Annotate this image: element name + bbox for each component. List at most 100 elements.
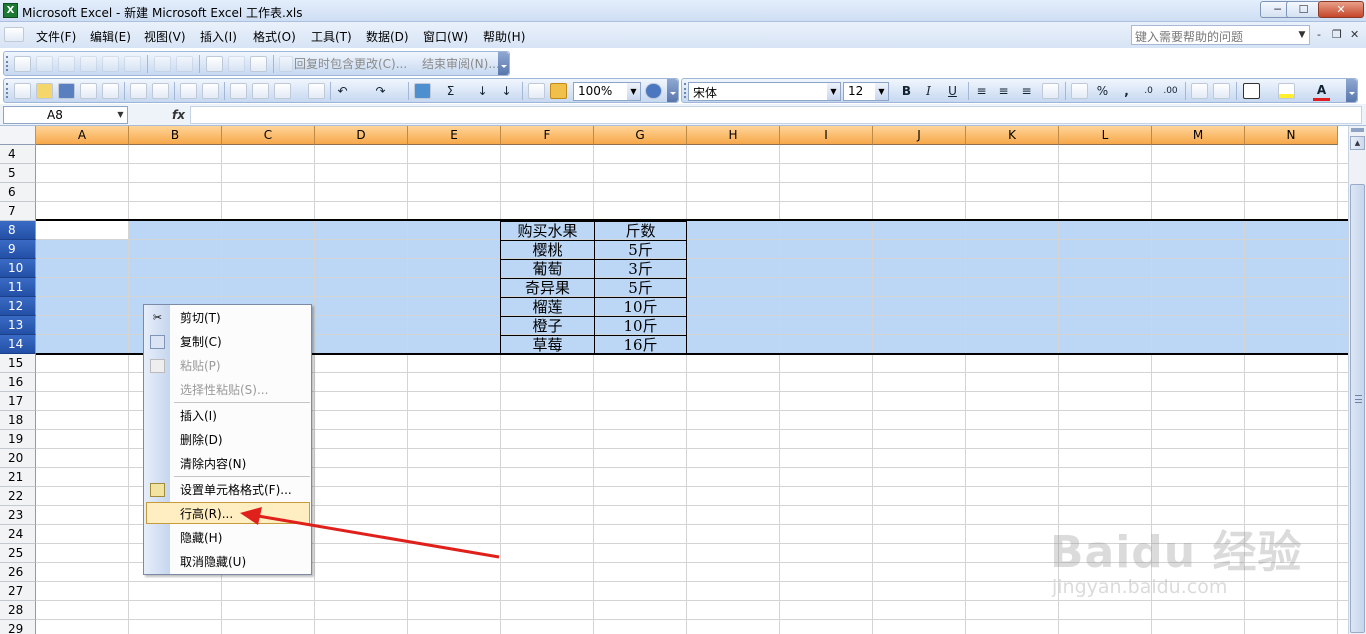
- column-header-d[interactable]: D: [315, 126, 408, 145]
- column-header-j[interactable]: J: [873, 126, 966, 145]
- row-header-4[interactable]: 4: [0, 145, 36, 164]
- permission-icon[interactable]: [80, 83, 97, 99]
- row-header-27[interactable]: 27: [0, 582, 36, 601]
- end-review-button[interactable]: 结束审阅(N)...: [422, 56, 502, 72]
- close-button[interactable]: ✕: [1318, 1, 1364, 18]
- fill-color-icon[interactable]: [1278, 83, 1295, 99]
- row-header-16[interactable]: 16: [0, 373, 36, 392]
- help-search-input[interactable]: 键入需要帮助的问题 ▼: [1131, 25, 1310, 45]
- sort-descending-icon[interactable]: ↓: [498, 83, 515, 99]
- row-header-26[interactable]: 26: [0, 563, 36, 582]
- decrease-decimal-icon[interactable]: .00: [1162, 83, 1179, 99]
- track-changes-icon[interactable]: [154, 56, 171, 72]
- menu-window[interactable]: 窗口(W): [423, 28, 468, 45]
- name-box[interactable]: A8 ▼: [3, 106, 128, 124]
- row-header-13[interactable]: 13: [0, 316, 36, 335]
- row-header-7[interactable]: 7: [0, 202, 36, 221]
- open-icon[interactable]: [14, 56, 31, 72]
- bold-button[interactable]: B: [898, 83, 915, 99]
- row-header-25[interactable]: 25: [0, 544, 36, 563]
- column-header-c[interactable]: C: [222, 126, 315, 145]
- table-cell[interactable]: 奇异果: [501, 279, 594, 298]
- menu-item-delete[interactable]: 删除(D): [180, 432, 223, 448]
- comma-style-button[interactable]: ,: [1118, 83, 1135, 99]
- row-header-28[interactable]: 28: [0, 601, 36, 620]
- vertical-scrollbar[interactable]: ▲: [1348, 126, 1366, 634]
- comment-icon[interactable]: [102, 56, 119, 72]
- show-comments-icon[interactable]: [228, 56, 245, 72]
- workbook-minimize-button[interactable]: -: [1317, 28, 1321, 41]
- open-icon[interactable]: [36, 83, 53, 99]
- toolbar-options-icon[interactable]: [498, 52, 509, 75]
- hyperlink-icon[interactable]: [414, 83, 431, 99]
- new-icon[interactable]: [14, 83, 31, 99]
- chart-wizard-icon[interactable]: [528, 83, 545, 99]
- menu-item-hide[interactable]: 隐藏(H): [180, 530, 222, 546]
- font-color-icon[interactable]: A: [1313, 83, 1330, 101]
- column-header-m[interactable]: M: [1152, 126, 1245, 145]
- menu-item-paste-special[interactable]: 选择性粘贴(S)...: [180, 382, 268, 398]
- row-header-11[interactable]: 11: [0, 278, 36, 297]
- menu-item-insert[interactable]: 插入(I): [180, 408, 217, 424]
- excel-app-icon[interactable]: X: [3, 3, 18, 18]
- table-cell[interactable]: 5斤: [594, 241, 687, 260]
- row-header-14[interactable]: 14: [0, 335, 36, 354]
- select-all-corner[interactable]: [0, 126, 36, 145]
- chevron-down-icon[interactable]: ▼: [827, 83, 840, 100]
- menu-view[interactable]: 视图(V): [144, 28, 186, 45]
- toolbar-grip[interactable]: [684, 83, 687, 98]
- table-cell[interactable]: 10斤: [594, 317, 687, 336]
- menu-item-format-cells[interactable]: 设置单元格格式(F)...: [180, 482, 292, 498]
- scroll-up-icon[interactable]: ▲: [1350, 136, 1365, 150]
- spelling-icon[interactable]: [180, 83, 197, 99]
- column-header-a[interactable]: A: [36, 126, 129, 145]
- redo-icon[interactable]: ↷: [372, 83, 389, 99]
- table-cell[interactable]: 3斤: [594, 260, 687, 279]
- row-header-12[interactable]: 12: [0, 297, 36, 316]
- row-header-5[interactable]: 5: [0, 164, 36, 183]
- column-header-f[interactable]: F: [501, 126, 594, 145]
- cut-icon[interactable]: [230, 83, 247, 99]
- menu-item-copy[interactable]: 复制(C): [180, 334, 222, 350]
- menu-insert[interactable]: 插入(I): [200, 28, 237, 45]
- formula-input[interactable]: [190, 106, 1362, 124]
- table-cell[interactable]: 10斤: [594, 298, 687, 317]
- table-cell[interactable]: 5斤: [594, 279, 687, 298]
- italic-button[interactable]: I: [920, 83, 937, 99]
- borders-icon[interactable]: [1243, 83, 1260, 99]
- accept-change-icon[interactable]: [176, 56, 193, 72]
- row-header-10[interactable]: 10: [0, 259, 36, 278]
- row-header-29[interactable]: 29: [0, 620, 36, 634]
- percent-button[interactable]: %: [1094, 83, 1111, 99]
- reply-icon[interactable]: [58, 56, 75, 72]
- menu-tools[interactable]: 工具(T): [311, 28, 352, 45]
- currency-icon[interactable]: [1071, 83, 1088, 99]
- review-pane-icon[interactable]: [250, 56, 267, 72]
- menu-file[interactable]: 文件(F): [36, 28, 76, 45]
- decrease-indent-icon[interactable]: [1191, 83, 1208, 99]
- edit-comment-icon[interactable]: [206, 56, 223, 72]
- help-dropdown-icon[interactable]: ▼: [1295, 26, 1309, 44]
- scroll-thumb[interactable]: [1350, 184, 1365, 633]
- row-header-9[interactable]: 9: [0, 240, 36, 259]
- column-header-h[interactable]: H: [687, 126, 780, 145]
- menu-item-cut[interactable]: 剪切(T): [180, 310, 221, 326]
- zoom-select[interactable]: 100% ▼: [573, 82, 641, 101]
- delete-comment-icon[interactable]: [124, 56, 141, 72]
- row-header-21[interactable]: 21: [0, 468, 36, 487]
- table-cell[interactable]: 榴莲: [501, 298, 594, 317]
- insert-function-icon[interactable]: fx: [172, 108, 185, 122]
- research-icon[interactable]: [202, 83, 219, 99]
- merge-center-icon[interactable]: [1042, 83, 1059, 99]
- font-size-select[interactable]: 12 ▼: [843, 82, 889, 101]
- column-header-g[interactable]: G: [594, 126, 687, 145]
- align-right-icon[interactable]: ≡: [1018, 83, 1035, 99]
- workbook-close-button[interactable]: ✕: [1350, 28, 1359, 41]
- row-header-22[interactable]: 22: [0, 487, 36, 506]
- print-preview-icon[interactable]: [152, 83, 169, 99]
- toolbar-options-icon[interactable]: [1346, 79, 1357, 102]
- toolbar-grip[interactable]: [6, 83, 9, 98]
- print-icon[interactable]: [130, 83, 147, 99]
- toolbar-options-icon[interactable]: [667, 79, 678, 102]
- reply-changes-icon[interactable]: [279, 56, 293, 72]
